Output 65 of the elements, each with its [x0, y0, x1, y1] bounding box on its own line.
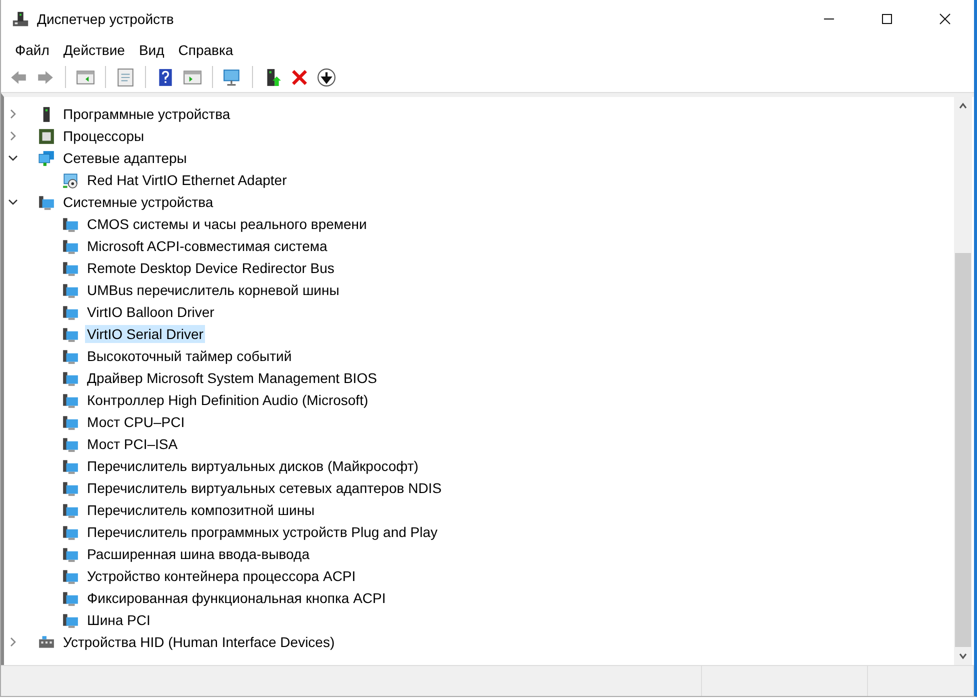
tree-item[interactable]: Драйвер Microsoft System Management BIOS: [85, 369, 379, 387]
computer-icon: [62, 304, 79, 320]
tree-item[interactable]: Мост PCI–ISA: [85, 435, 180, 453]
network-adapter-icon: [62, 172, 79, 188]
menu-item[interactable]: Файл: [8, 42, 56, 58]
computer-icon: [62, 326, 79, 342]
tree-item[interactable]: Программные устройства: [61, 105, 232, 123]
menu-item[interactable]: Вид: [132, 42, 172, 58]
network-monitors-icon: [38, 150, 55, 166]
tree-item[interactable]: Перечислитель виртуальных сетевых адаптеров NDIS: [85, 479, 444, 497]
tree-item[interactable]: Процессоры: [61, 127, 146, 145]
computer-icon: [62, 612, 79, 628]
tree-item[interactable]: Шина PCI: [85, 611, 152, 629]
computer-icon: [62, 282, 79, 298]
computer-icon: [38, 194, 55, 210]
tree-item[interactable]: Контроллер High Definition Audio (Microsoft): [85, 391, 370, 409]
menu-item[interactable]: Справка: [171, 42, 240, 58]
computer-icon: [62, 524, 79, 540]
tree-item[interactable]: Расширенная шина ввода-вывода: [85, 545, 312, 563]
expand-chevron-icon[interactable]: [8, 131, 18, 141]
tree-item[interactable]: Высокоточный таймер событий: [85, 347, 294, 365]
menu-item[interactable]: Действие: [56, 42, 132, 58]
down-arrow-circle-icon[interactable]: [315, 68, 338, 86]
scroll-thumb[interactable]: [955, 253, 971, 647]
computer-icon: [62, 414, 79, 430]
tree-item[interactable]: Перечислитель композитной шины: [85, 501, 317, 519]
tree-item[interactable]: Мост CPU–PCI: [85, 413, 187, 431]
expand-chevron-icon[interactable]: [8, 637, 18, 647]
app-icon: [11, 10, 30, 28]
tree-item[interactable]: Системные устройства: [61, 193, 216, 211]
collapse-chevron-icon[interactable]: [8, 197, 18, 207]
tree-item[interactable]: Устройства HID (Human Interface Devices): [61, 633, 337, 651]
tree-item[interactable]: Перечислитель виртуальных дисков (Майкрософт): [85, 457, 420, 475]
tree-item[interactable]: CMOS системы и часы реального времени: [85, 215, 369, 233]
tree-item[interactable]: Фиксированная функциональная кнопка ACPI: [85, 589, 388, 607]
tree-item[interactable]: VirtIO Serial Driver: [85, 325, 206, 343]
computer-icon: [62, 216, 79, 232]
computer-icon: [62, 568, 79, 584]
computer-icon: [62, 480, 79, 496]
computer-icon: [62, 546, 79, 562]
expand-chevron-icon[interactable]: [8, 109, 18, 119]
computer-icon: [62, 348, 79, 364]
tree-item[interactable]: Red Hat VirtIO Ethernet Adapter: [85, 171, 289, 189]
computer-icon: [62, 370, 79, 386]
tree-item[interactable]: UMBus перечислитель корневой шины: [85, 281, 342, 299]
tree-item[interactable]: Microsoft ACPI-совместимая система: [85, 237, 330, 255]
tree-item[interactable]: Remote Desktop Device Redirector Bus: [85, 259, 336, 277]
window-title: Диспетчер устройств: [37, 11, 174, 27]
computer-icon: [62, 238, 79, 254]
tree-item[interactable]: Перечислитель программных устройств Plug and Play: [85, 523, 440, 541]
scrollbar[interactable]: [954, 97, 972, 665]
tree-item[interactable]: Устройство контейнера процессора ACPI: [85, 567, 358, 585]
chip-icon: [38, 128, 55, 144]
computer-icon: [62, 590, 79, 606]
computer-icon: [62, 458, 79, 474]
tree-item[interactable]: Сетевые адаптеры: [61, 149, 189, 167]
console-tree-icon[interactable]: [74, 68, 97, 86]
collapse-chevron-icon[interactable]: [8, 153, 18, 163]
tree-item[interactable]: VirtIO Balloon Driver: [85, 303, 216, 321]
computer-icon: [62, 436, 79, 452]
keyboard-icon: [38, 634, 55, 650]
computer-icon: [62, 502, 79, 518]
action-pane-icon[interactable]: [181, 68, 204, 86]
computer-icon: [62, 392, 79, 408]
computer-icon: [62, 260, 79, 276]
